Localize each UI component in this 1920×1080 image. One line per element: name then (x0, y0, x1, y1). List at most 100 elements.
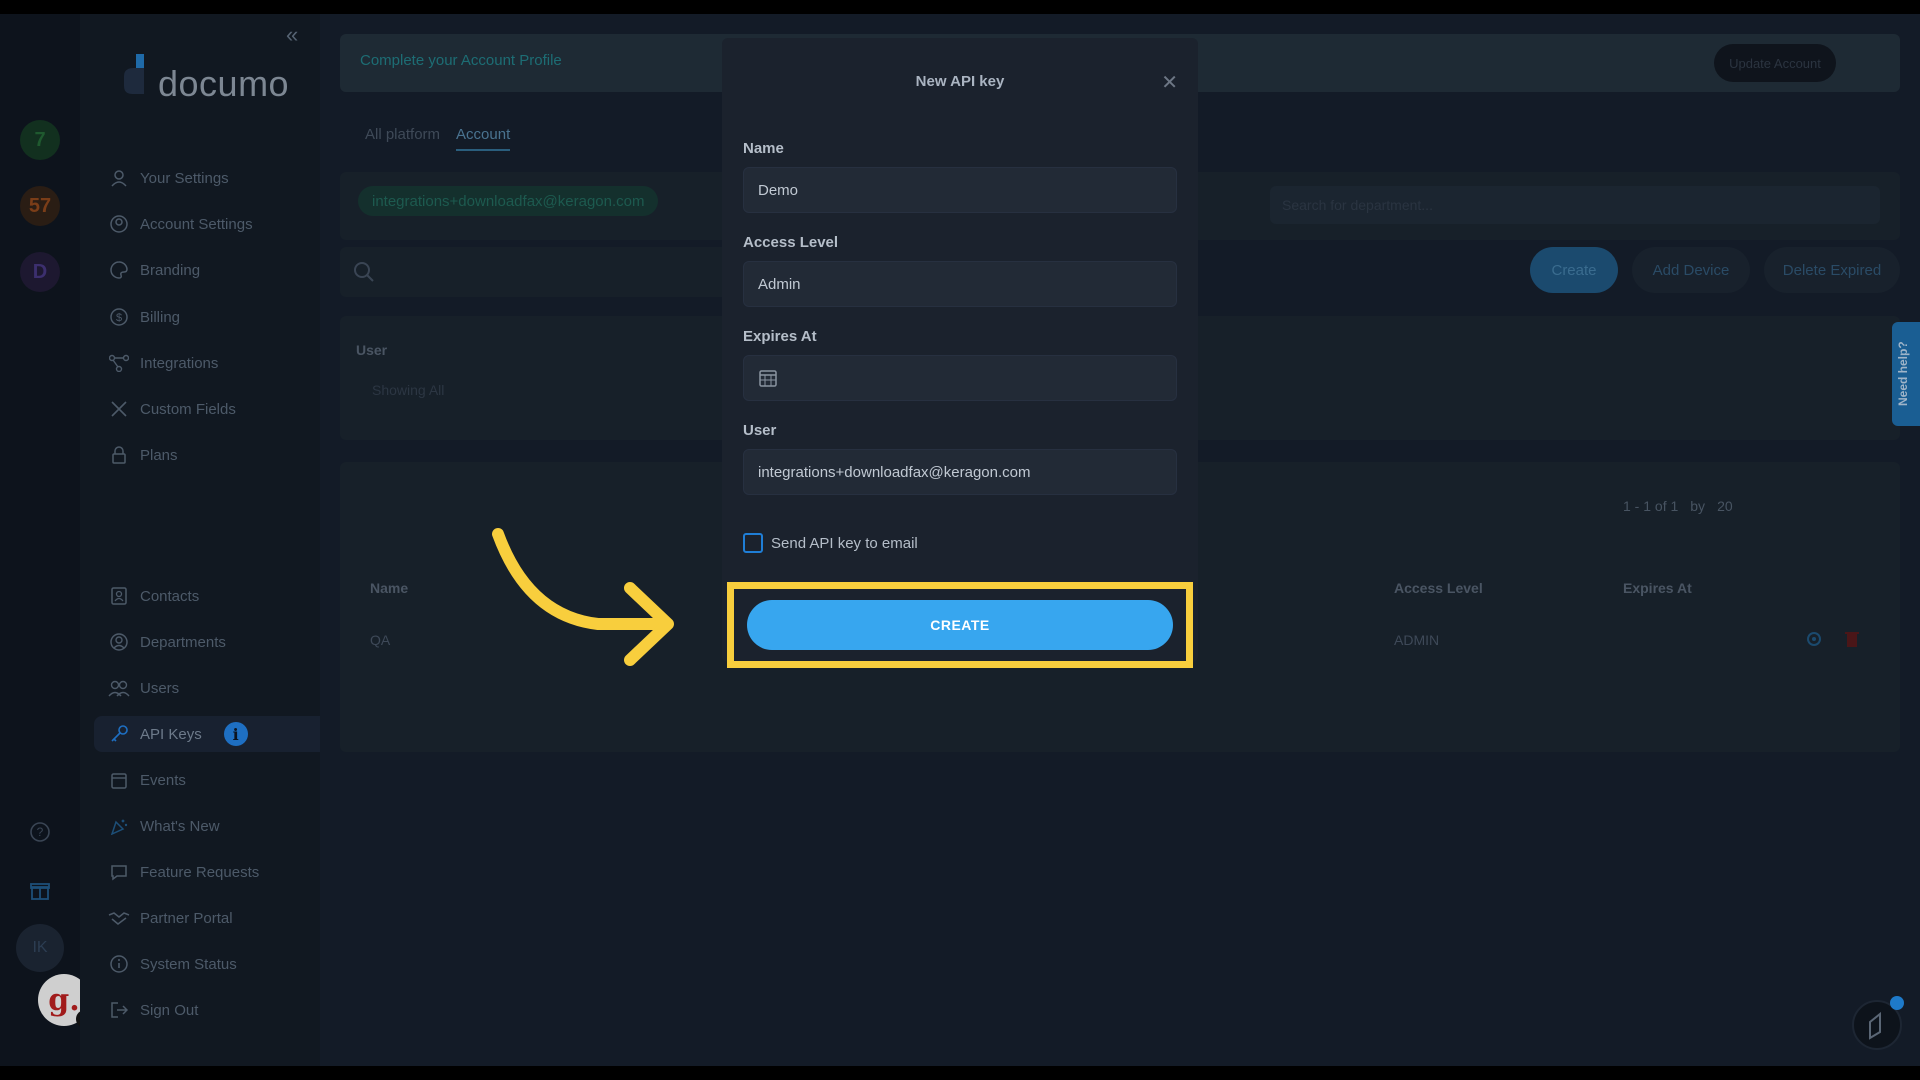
sidebar-item-label: Partner Portal (140, 909, 233, 927)
sidebar-item-users[interactable]: Users (108, 670, 318, 706)
pagination-range: 1 - 1 of 1 (1623, 498, 1679, 514)
app-window: 7 57 D ? IK g. 7 « documo Your Settings … (0, 14, 1920, 1066)
create-button[interactable]: Create (1530, 247, 1618, 293)
pagination: 1 - 1 of 1 by 20 (1623, 498, 1733, 514)
add-device-button[interactable]: Add Device (1632, 247, 1750, 293)
search-icon (352, 260, 376, 289)
sidebar-item-account-settings[interactable]: Account Settings (108, 206, 318, 242)
sidebar-item-api-keys[interactable]: API Keys i (94, 716, 320, 752)
close-icon[interactable]: ✕ (1161, 70, 1178, 95)
per-page-select[interactable]: 20 (1717, 498, 1733, 514)
new-api-key-modal: New API key ✕ Name Demo Access Level Adm… (722, 38, 1198, 662)
expires-at-label: Expires At (743, 328, 817, 345)
sidebar-item-partner-portal[interactable]: Partner Portal (108, 900, 318, 936)
users-icon (108, 677, 130, 699)
user-label: User (743, 422, 777, 439)
sidebar-item-feature-requests[interactable]: Feature Requests (108, 854, 318, 890)
sidebar-item-integrations[interactable]: Integrations (108, 345, 318, 381)
settings-gear-icon[interactable] (1805, 630, 1823, 653)
tutorial-arrow-icon (492, 528, 674, 666)
scope-tabs: All platform Account (365, 126, 511, 151)
tools-icon (108, 398, 130, 420)
name-label: Name (743, 140, 784, 157)
column-header-expires-at[interactable]: Expires At (1623, 580, 1692, 596)
access-level-select[interactable]: Admin (743, 261, 1177, 307)
sidebar-item-label: Branding (140, 261, 201, 279)
user-filter-select[interactable]: Showing All (372, 382, 444, 398)
info-icon[interactable]: i (223, 722, 248, 746)
sidebar-item-label: Billing (140, 308, 181, 326)
name-input[interactable]: Demo (743, 167, 1177, 213)
need-help-tab[interactable]: Need help? (1892, 322, 1920, 426)
sidebar-item-plans[interactable]: Plans (108, 437, 318, 473)
sidebar: « documo Your Settings Account Settings … (80, 14, 320, 1066)
palette-icon (108, 259, 130, 281)
modal-create-button[interactable]: CREATE (747, 600, 1173, 650)
sidebar-item-system-status[interactable]: System Status (108, 946, 318, 982)
banner-text[interactable]: Complete your Account Profile (360, 52, 562, 69)
sidebar-item-departments[interactable]: Departments (108, 624, 318, 660)
access-level-label: Access Level (743, 234, 839, 251)
sidebar-item-label: Feature Requests (140, 863, 260, 881)
delete-trash-icon[interactable] (1844, 630, 1860, 653)
app-switch-icon-2[interactable]: 57 (20, 186, 60, 226)
app-rail: 7 57 D ? IK g. 7 (0, 14, 94, 1066)
calendar-icon (108, 769, 130, 791)
expires-at-input[interactable] (743, 355, 1177, 401)
status-icon (108, 953, 130, 975)
logo: documo (120, 54, 289, 102)
sidebar-item-your-settings[interactable]: Your Settings (108, 160, 318, 196)
app-switch-icon-3[interactable]: D (20, 252, 60, 292)
sidebar-item-label: What's New (140, 817, 220, 835)
sidebar-item-label: Integrations (140, 354, 219, 372)
sidebar-item-branding[interactable]: Branding (108, 252, 318, 288)
departments-icon (108, 631, 130, 653)
contacts-icon (108, 585, 130, 607)
column-header-name[interactable]: Name (370, 580, 408, 596)
sidebar-item-whats-new[interactable]: What's New (108, 808, 318, 844)
lock-icon (108, 444, 130, 466)
app-switch-icon-1[interactable]: 7 (20, 120, 60, 160)
sidebar-item-label: API Keys (140, 725, 202, 743)
sidebar-item-label: System Status (140, 955, 237, 973)
sidebar-item-label: Custom Fields (140, 400, 236, 418)
signout-icon (108, 999, 130, 1021)
pagination-by: by (1690, 498, 1706, 514)
column-header-access-level[interactable]: Access Level (1394, 580, 1483, 596)
sidebar-item-label: Account Settings (140, 215, 253, 233)
sidebar-item-contacts[interactable]: Contacts (108, 578, 318, 614)
calendar-icon[interactable] (758, 370, 778, 392)
logo-text: documo (158, 63, 290, 104)
collapse-sidebar-icon[interactable]: « (286, 22, 298, 48)
department-search-input[interactable]: Search for department... (1270, 186, 1880, 224)
update-account-button[interactable]: Update Account (1714, 44, 1836, 82)
send-email-label[interactable]: Send API key to email (771, 535, 918, 552)
user-select[interactable]: integrations+downloadfax@keragon.com (743, 449, 1177, 495)
logo-mark-icon (120, 54, 156, 102)
account-chip[interactable]: integrations+downloadfax@keragon.com (358, 186, 659, 216)
sidebar-item-events[interactable]: Events (108, 762, 318, 798)
sidebar-item-label: Users (140, 679, 180, 697)
help-icon[interactable]: ? (28, 820, 52, 844)
account-avatar[interactable]: IK (16, 924, 64, 972)
sidebar-item-billing[interactable]: $ Billing (108, 299, 318, 335)
tab-account[interactable]: Account (456, 126, 511, 151)
sidebar-item-custom-fields[interactable]: Custom Fields (108, 391, 318, 427)
chat-launcher-button[interactable] (1852, 996, 1904, 1050)
delete-expired-button[interactable]: Delete Expired (1764, 247, 1900, 293)
chat-icon (108, 861, 130, 883)
avatar-letter: g. (48, 982, 80, 1018)
send-email-checkbox[interactable] (743, 533, 763, 553)
gift-icon[interactable] (28, 878, 52, 902)
sidebar-item-label: Sign Out (140, 1001, 199, 1019)
api-key-search[interactable] (340, 247, 740, 297)
row-access-level-cell: ADMIN (1394, 632, 1440, 648)
user-filter-label: User (356, 342, 388, 358)
need-help-label: Need help? (1896, 341, 1910, 406)
sidebar-item-label: Events (140, 771, 186, 789)
party-icon (108, 815, 130, 837)
dollar-icon: $ (108, 306, 130, 328)
tab-all-platform[interactable]: All platform (365, 126, 440, 151)
sidebar-item-sign-out[interactable]: Sign Out (108, 992, 318, 1028)
user-icon (108, 167, 130, 189)
